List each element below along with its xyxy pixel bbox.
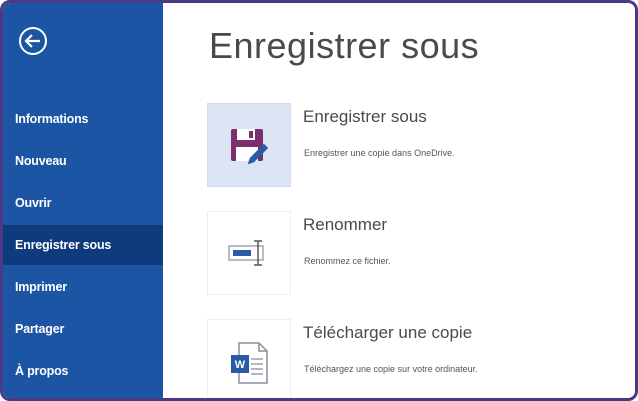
backstage-sidebar: Informations Nouveau Ouvrir Enregistrer … — [3, 3, 163, 398]
word-document-icon: W — [231, 342, 268, 384]
sidebar-item-a-propos[interactable]: À propos — [3, 351, 163, 391]
option-description: Renommez ce fichier. — [304, 256, 391, 266]
option-icon-tile[interactable] — [207, 211, 291, 295]
svg-text:W: W — [235, 359, 246, 371]
option-description: Enregistrer une copie dans OneDrive. — [304, 148, 455, 158]
option-rename[interactable]: Renommer Renommez ce fichier. — [207, 211, 627, 295]
app-window: Informations Nouveau Ouvrir Enregistrer … — [0, 0, 638, 401]
rename-icon — [228, 240, 264, 266]
option-title: Enregistrer sous — [303, 107, 427, 126]
back-button[interactable] — [17, 25, 49, 57]
option-description: Téléchargez une copie sur votre ordinate… — [304, 364, 478, 374]
option-title: Renommer — [303, 215, 388, 234]
sidebar-nav: Informations Nouveau Ouvrir Enregistrer … — [3, 99, 163, 393]
sidebar-item-ouvrir[interactable]: Ouvrir — [3, 183, 163, 223]
sidebar-item-informations[interactable]: Informations — [3, 99, 163, 139]
page-title: Enregistrer sous — [209, 25, 480, 66]
option-download-copy[interactable]: W Télécharger une copie Téléchargez une … — [207, 319, 627, 398]
option-icon-tile[interactable] — [207, 103, 291, 187]
option-save-as[interactable]: Enregistrer sous Enregistrer une copie d… — [207, 103, 627, 187]
sidebar-item-partager[interactable]: Partager — [3, 309, 163, 349]
save-edit-icon — [231, 129, 269, 165]
sidebar-item-enregistrer-sous[interactable]: Enregistrer sous — [3, 225, 163, 265]
sidebar-item-imprimer[interactable]: Imprimer — [3, 267, 163, 307]
back-arrow-icon — [19, 27, 47, 55]
sidebar-item-nouveau[interactable]: Nouveau — [3, 141, 163, 181]
option-icon-tile[interactable]: W — [207, 319, 291, 398]
main-panel: Enregistrer sous Enregistrer sous Enregi… — [163, 3, 635, 398]
option-title: Télécharger une copie — [303, 323, 473, 342]
